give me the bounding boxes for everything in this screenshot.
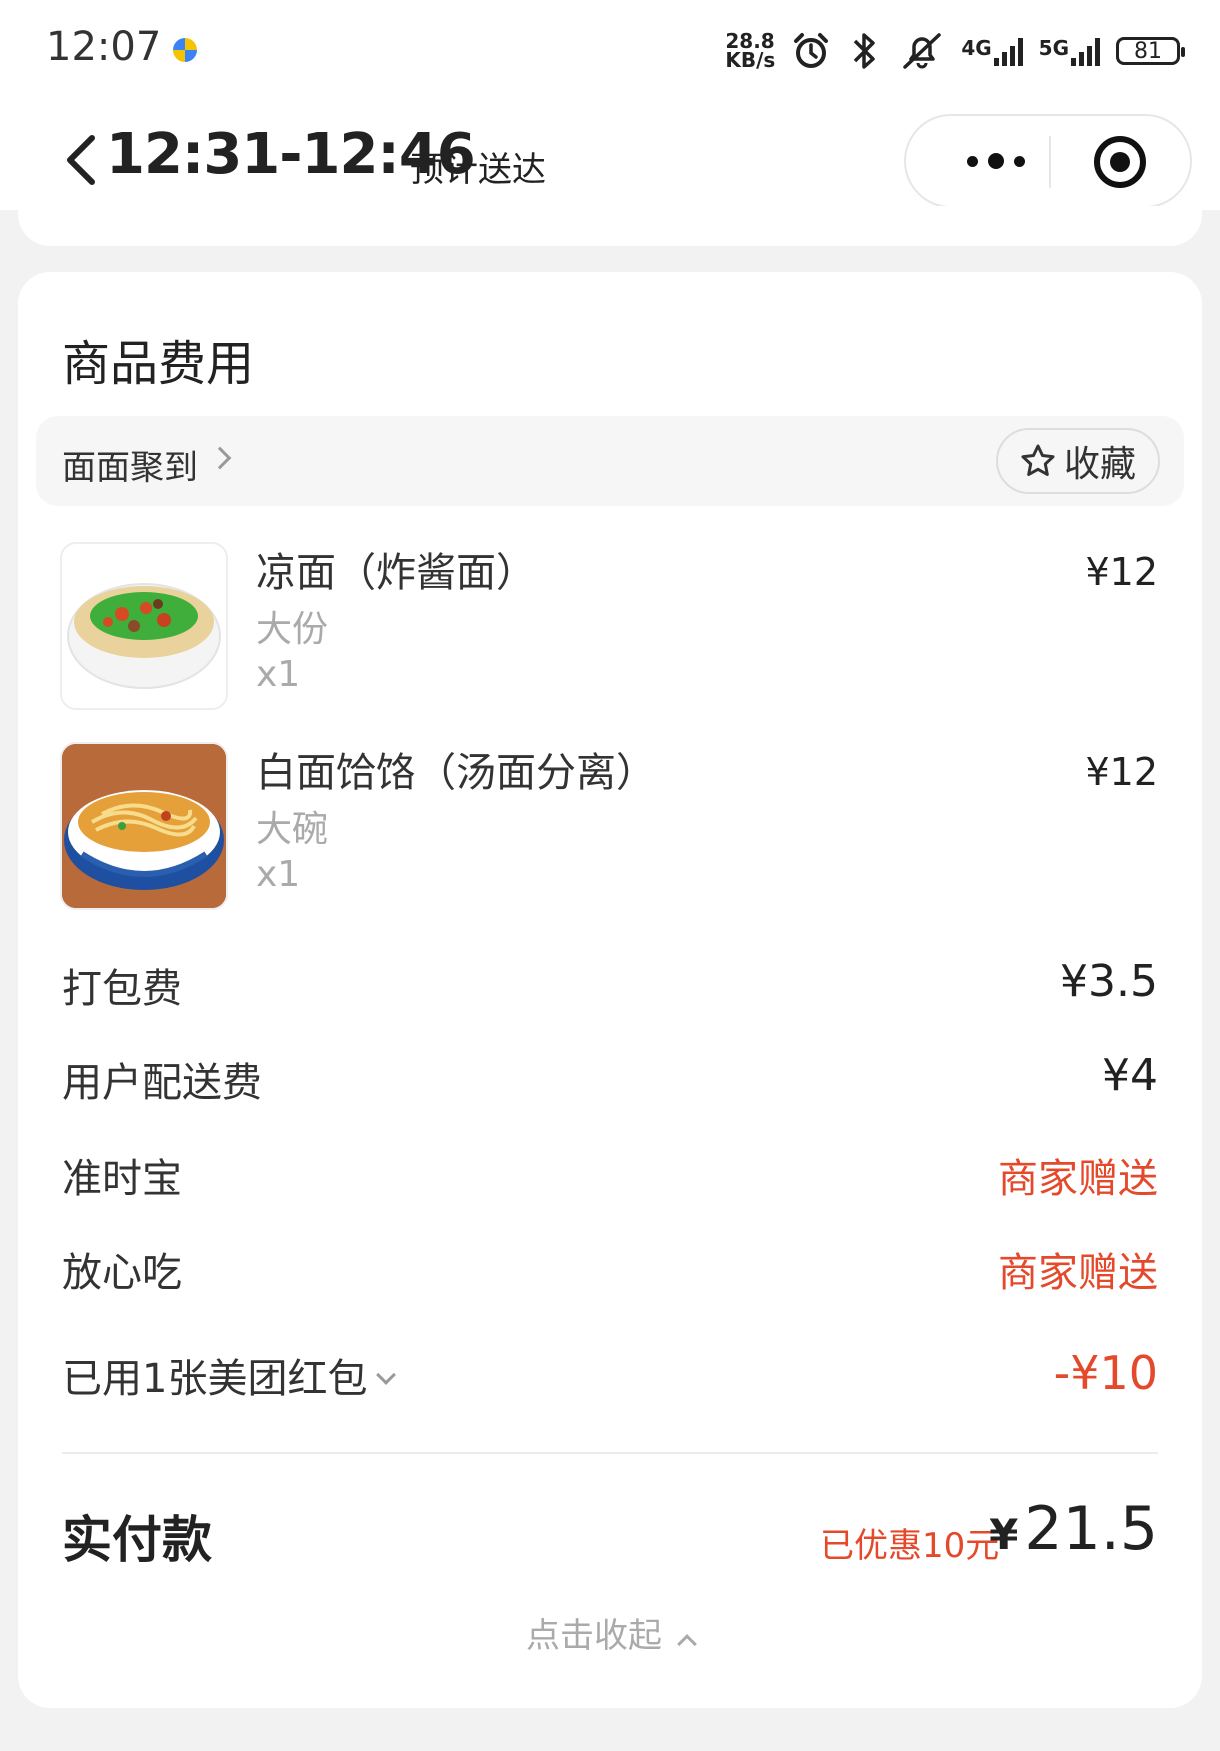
favorite-label: 收藏 <box>1063 444 1136 485</box>
fee-label: 用户配送费 <box>62 1060 262 1106</box>
fee-value: ¥3.5 <box>1060 956 1158 1007</box>
coupon-label: 已用1张美团红包 <box>62 1346 397 1404</box>
previous-card-edge <box>18 206 1202 246</box>
net-speed-unit: KB/s <box>725 48 776 72</box>
star-icon <box>1021 444 1055 476</box>
net-speed: 28.8 KB/s <box>725 31 776 72</box>
shop-bar[interactable]: 面面聚到 收藏 <box>36 416 1184 506</box>
item-quantity: x1 <box>256 854 301 895</box>
battery-icon: 81 <box>1116 37 1185 65</box>
more-icon[interactable] <box>946 116 1046 206</box>
back-icon[interactable] <box>62 130 102 190</box>
chevron-down-icon <box>376 1365 397 1385</box>
payment-label: 实付款 <box>62 1511 212 1569</box>
fee-value: ¥4 <box>1102 1050 1158 1101</box>
bluetooth-icon <box>854 33 876 69</box>
battery-level: 81 <box>1134 38 1162 64</box>
fee-value: 商家赠送 <box>998 1156 1158 1202</box>
signal-5g: 5G <box>1039 36 1100 66</box>
item-spec: 大份 <box>256 609 329 650</box>
favorite-button[interactable]: 收藏 <box>995 428 1160 494</box>
fee-row-delivery: 用户配送费 ¥4 <box>62 1050 1158 1110</box>
fee-value: 商家赠送 <box>998 1250 1158 1296</box>
currency-symbol: ¥ <box>989 1510 1019 1559</box>
close-miniapp-icon[interactable] <box>1094 136 1146 188</box>
fee-row-coupon[interactable]: 已用1张美团红包 -¥10 <box>62 1346 1158 1406</box>
mute-icon <box>903 33 942 69</box>
fee-card: 商品费用 面面聚到 收藏 凉面（炸酱面） 大份 x1 ¥12 白面饸饹（汤面分离… <box>18 272 1202 1708</box>
nav-bar: 12:31-12:46 预计送达 <box>0 100 1220 210</box>
fee-row-on-time-guarantee[interactable]: 准时宝 商家赠送 <box>62 1146 1158 1206</box>
collapse-button[interactable]: 点击收起 <box>18 1608 1202 1657</box>
delivery-eta-label: 预计送达 <box>410 150 546 190</box>
item-name: 白面饸饹（汤面分离） <box>256 750 656 796</box>
item-quantity: x1 <box>256 654 301 695</box>
item-spec: 大碗 <box>256 809 329 850</box>
status-icons: 28.8 KB/s 4G 5G 81 <box>725 26 1185 76</box>
chevron-up-icon <box>677 1634 697 1654</box>
capsule-divider <box>1049 136 1051 188</box>
alarm-icon <box>794 33 829 68</box>
coupon-text: 已用1张美团红包 <box>62 1356 368 1402</box>
fee-row-packaging: 打包费 ¥3.5 <box>62 956 1158 1016</box>
fee-label: 打包费 <box>62 966 182 1012</box>
fee-label: 放心吃 <box>62 1250 182 1296</box>
total-amount: 21.5 <box>1024 1494 1158 1564</box>
order-item[interactable]: 白面饸饹（汤面分离） 大碗 x1 ¥12 <box>60 742 1204 912</box>
payment-total: ¥ 21.5 <box>989 1494 1158 1564</box>
status-time: 12:07 <box>46 24 162 70</box>
fee-label: 准时宝 <box>62 1156 182 1202</box>
item-name: 凉面（炸酱面） <box>256 550 536 596</box>
discount-note: 已优惠10元 <box>820 1526 1000 1566</box>
fee-row-food-safety[interactable]: 放心吃 商家赠送 <box>62 1240 1158 1300</box>
section-title: 商品费用 <box>62 336 255 392</box>
signal-4g: 4G <box>961 36 1023 66</box>
collapse-label: 点击收起 <box>526 1616 662 1656</box>
item-image <box>60 742 228 910</box>
chevron-right-icon <box>208 446 232 470</box>
item-image <box>60 542 228 710</box>
shop-name[interactable]: 面面聚到 <box>62 440 198 489</box>
order-item[interactable]: 凉面（炸酱面） 大份 x1 ¥12 <box>60 542 1204 712</box>
status-bar: 12:07 28.8 KB/s 4G 5G 81 <box>0 0 1220 100</box>
divider <box>62 1452 1158 1454</box>
item-price: ¥12 <box>1085 750 1158 794</box>
coupon-value: -¥10 <box>1053 1346 1158 1400</box>
item-price: ¥12 <box>1085 550 1158 594</box>
app-notification-icon <box>173 38 197 62</box>
miniapp-capsule <box>904 114 1192 208</box>
